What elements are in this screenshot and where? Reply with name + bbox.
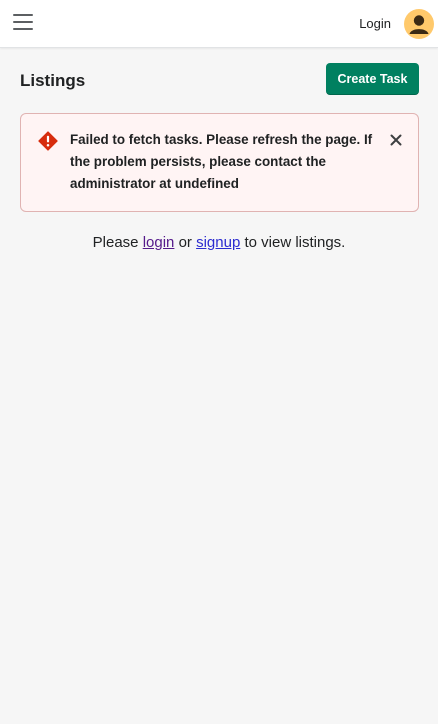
signup-link[interactable]: signup bbox=[196, 234, 240, 251]
empty-state-message: Please login or signup to view listings. bbox=[0, 234, 438, 251]
top-bar: Login bbox=[0, 0, 438, 48]
message-suffix: to view listings. bbox=[240, 234, 346, 251]
page-title: Listings bbox=[20, 71, 86, 90]
login-link-inline[interactable]: login bbox=[143, 234, 175, 251]
close-icon[interactable] bbox=[388, 132, 404, 148]
page-header: Listings Create Task bbox=[20, 63, 419, 95]
user-avatar-icon[interactable] bbox=[404, 9, 434, 39]
hamburger-menu-icon[interactable] bbox=[13, 14, 33, 32]
login-link[interactable]: Login bbox=[359, 16, 391, 31]
error-message: Failed to fetch tasks. Please refresh th… bbox=[70, 132, 373, 191]
message-middle: or bbox=[174, 234, 197, 251]
error-diamond-icon bbox=[38, 131, 58, 151]
error-banner: Failed to fetch tasks. Please refresh th… bbox=[20, 113, 419, 212]
message-prefix: Please bbox=[92, 234, 143, 251]
create-task-button[interactable]: Create Task bbox=[326, 63, 419, 95]
